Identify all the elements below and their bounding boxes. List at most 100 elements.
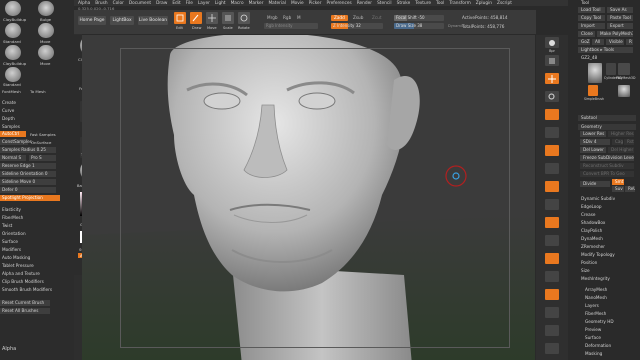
cage-button[interactable]: Cage (612, 139, 623, 145)
geometry-section[interactable]: Geometry (578, 124, 636, 130)
menu-twist[interactable]: Twist (0, 223, 56, 229)
brush-thumb-standard-2[interactable] (5, 67, 21, 82)
all-button[interactable]: All (592, 39, 604, 45)
xyz-button[interactable] (545, 217, 559, 228)
move-view-button[interactable] (545, 253, 559, 264)
defer-slider[interactable]: Defer 0 (0, 187, 56, 193)
size-section[interactable]: Size (578, 268, 636, 274)
sdiv-slider[interactable]: SDiv 4 (580, 139, 610, 145)
reserve-edge-slider[interactable]: Reserve Edge 1 (0, 163, 56, 169)
move-tool-button[interactable] (206, 12, 218, 24)
menu-curve[interactable]: Curve (0, 108, 56, 114)
tool-palette-title[interactable]: Tool (578, 0, 618, 6)
tool-thumb-cylinder[interactable] (606, 63, 616, 75)
divide-button[interactable]: Divide (580, 181, 610, 187)
brush-thumb-move[interactable] (38, 23, 54, 38)
tomesh-label[interactable]: To Mesh (30, 89, 46, 94)
reuv-button[interactable]: ReUV (625, 186, 635, 192)
pro-s-slider[interactable]: Pro S (29, 155, 56, 161)
z-intensity-slider[interactable]: Z Intensity 32 (331, 23, 383, 29)
brush-thumb-claybuildup[interactable] (5, 1, 21, 16)
lower-res-button[interactable]: Lower Res (580, 131, 606, 137)
sideline-orientation-slider[interactable]: Sideline Orientation 0 (0, 171, 56, 177)
menu-edit[interactable]: Edit (172, 1, 180, 6)
constsamples-button[interactable]: ConstSamples (0, 139, 32, 145)
suv-button[interactable]: Suv (612, 186, 624, 192)
menu-modifiers[interactable]: Modifiers (0, 247, 56, 253)
zremesher-section[interactable]: ZRemesher (578, 244, 636, 250)
position-section[interactable]: Position (578, 260, 636, 266)
menu-texture[interactable]: Texture (415, 1, 431, 6)
geometry-hd-section[interactable]: Geometry HD (582, 319, 636, 325)
local-button[interactable] (545, 181, 559, 192)
arraymesh-section[interactable]: ArrayMesh (582, 287, 636, 293)
persp-button[interactable] (545, 145, 559, 156)
menu-file[interactable]: File (186, 1, 193, 6)
scroll-button[interactable] (545, 73, 559, 84)
frame-button[interactable] (545, 235, 559, 246)
clone-button[interactable]: Clone (578, 31, 595, 37)
menu-auto-masking[interactable]: Auto Masking (0, 255, 56, 261)
menu-elasticity[interactable]: Elasticity (0, 207, 56, 213)
menu-tablet-pressure[interactable]: Tablet Pressure (0, 263, 56, 269)
brush-thumb-claybuildup-2[interactable] (5, 45, 21, 60)
meshintegrity-section[interactable]: MeshIntegrity (578, 276, 636, 282)
menu-marker[interactable]: Marker (249, 1, 264, 6)
load-tool-button[interactable]: Load Tool (578, 7, 605, 13)
subtool-section[interactable]: Subtool (578, 115, 636, 121)
edgeloop-section[interactable]: EdgeLoop (578, 204, 636, 210)
sideline-move-slider[interactable]: Sideline Move 0 (0, 179, 56, 185)
menu-surface[interactable]: Surface (0, 239, 56, 245)
menu-layer[interactable]: Layer (198, 1, 210, 6)
r-button[interactable]: R (626, 39, 633, 45)
polyf-button[interactable] (545, 307, 559, 318)
rgb-button[interactable]: Rgb (280, 15, 294, 21)
draw-size-slider[interactable]: Draw Size 38 (394, 23, 444, 29)
claypolish-section[interactable]: ClayPolish (578, 228, 636, 234)
reset-current-brush-button[interactable]: Reset Current Brush (0, 300, 50, 306)
menu-macro[interactable]: Macro (231, 1, 244, 6)
crease-section[interactable]: Crease (578, 212, 636, 218)
home-page-button[interactable]: Home Page (78, 16, 106, 25)
onsurface-button[interactable]: OnSurface (31, 140, 51, 145)
menu-zscript[interactable]: Zscript (497, 1, 512, 6)
tool-thumb-head[interactable] (588, 63, 602, 83)
menu-alpha-and-texture[interactable]: Alpha and Texture (0, 271, 56, 277)
menu-zplugin[interactable]: Zplugin (476, 1, 492, 6)
nanomesh-section[interactable]: NanoMesh (582, 295, 636, 301)
preview-section[interactable]: Preview (582, 327, 636, 333)
menu-draw[interactable]: Draw (156, 1, 167, 6)
higher-res-button[interactable]: Higher Res (608, 131, 634, 137)
menu-create[interactable]: Create (0, 100, 56, 106)
surface-section[interactable]: Surface (582, 335, 636, 341)
masking-section[interactable]: Masking (582, 351, 636, 357)
convert-bpr-button[interactable]: Convert BPR To Geo (580, 171, 634, 177)
make-polymesh-button[interactable]: Make PolyMesh3D (597, 31, 633, 37)
m-button[interactable]: M (294, 15, 304, 21)
menu-brush[interactable]: Brush (95, 1, 107, 6)
reset-all-brushes-button[interactable]: Reset All Brushes (0, 308, 50, 314)
spotlight-projection-button[interactable]: Spotlight Projection (0, 195, 60, 201)
tool-thumb-polymesh[interactable] (618, 63, 630, 75)
dynamic-subdiv-section[interactable]: Dynamic Subdiv (578, 196, 636, 202)
zoom-button[interactable] (545, 91, 559, 102)
tool-thumb-simplebrush[interactable] (588, 85, 598, 96)
edit-tool-button[interactable] (174, 12, 186, 24)
alpha-footer-label[interactable]: Alpha (2, 346, 16, 352)
smt-button[interactable]: Smt (612, 179, 624, 185)
menu-color[interactable]: Color (113, 1, 124, 6)
menu-stencil[interactable]: Stencil (377, 1, 392, 6)
menu-samples[interactable]: Samples (0, 124, 56, 130)
floor-button[interactable] (545, 163, 559, 174)
export-button[interactable]: Export (607, 23, 633, 29)
actual-button[interactable] (545, 109, 559, 120)
shadowbox-section[interactable]: ShadowBox (578, 220, 636, 226)
menu-clip-brush-modifiers[interactable]: Clip Brush Modifiers (0, 279, 56, 285)
aahalf-button[interactable] (545, 127, 559, 138)
freeze-subdiv-button[interactable]: Freeze SubDivision Levels (580, 155, 634, 161)
menu-stroke[interactable]: Stroke (397, 1, 411, 6)
menu-preferences[interactable]: Preferences (326, 1, 351, 6)
copy-tool-button[interactable]: Copy Tool (578, 15, 605, 21)
autoctrl-button[interactable]: AutoCtrl (0, 131, 26, 137)
samples-radius-slider[interactable]: Samples Radius 0.25 (0, 147, 56, 153)
